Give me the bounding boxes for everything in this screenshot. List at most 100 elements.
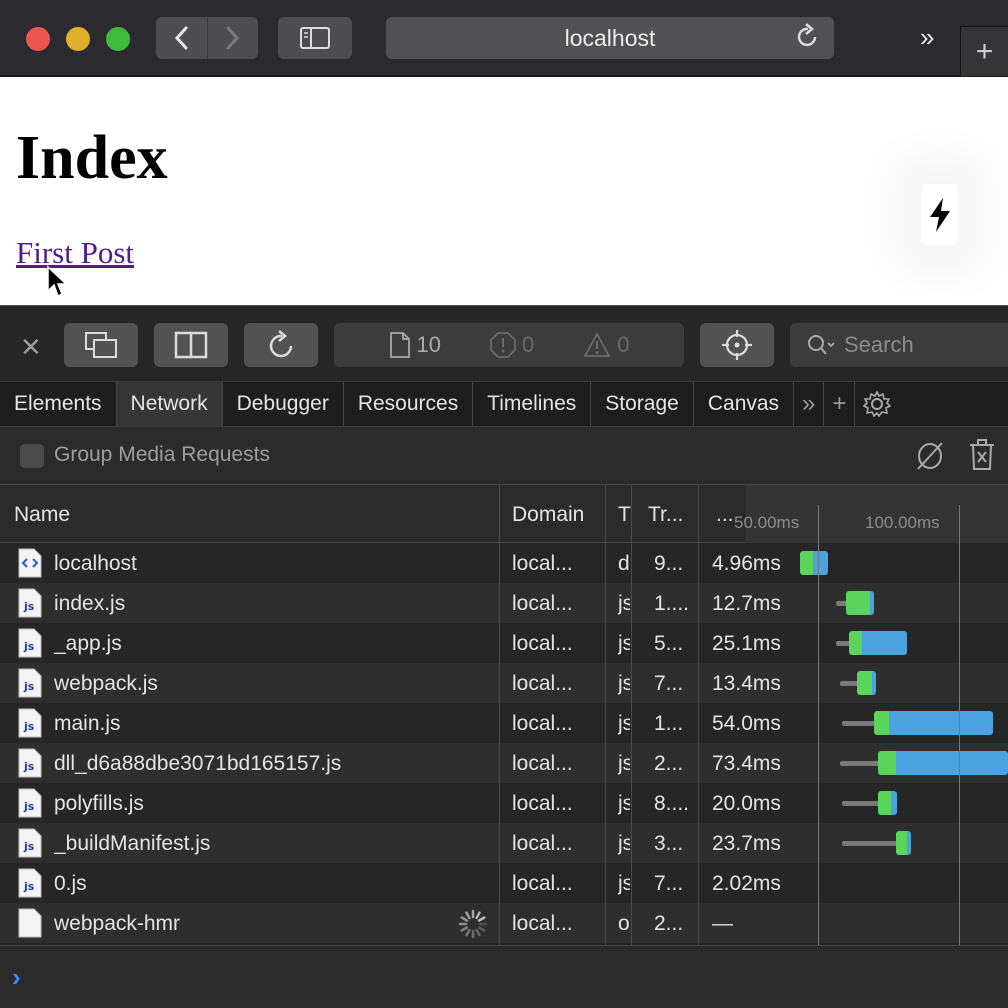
- close-window-button[interactable]: [26, 27, 50, 51]
- request-transferred: 9...: [654, 552, 684, 575]
- tab-timelines[interactable]: Timelines: [473, 382, 592, 426]
- table-row[interactable]: js main.js local... js 1... 54.0ms: [0, 703, 1008, 743]
- warning-count: 0: [583, 332, 629, 358]
- more-tabs-chevron-icon[interactable]: »: [794, 382, 825, 426]
- dock-side-icon: [174, 331, 208, 359]
- waterfall-download-bar: [891, 791, 897, 815]
- warning-icon: [583, 332, 611, 357]
- request-domain: local...: [512, 832, 573, 855]
- tab-debugger[interactable]: Debugger: [223, 382, 344, 426]
- request-time: 23.7ms: [712, 832, 781, 855]
- column-transferred[interactable]: Tr...: [648, 503, 683, 527]
- waterfall-wait-bar: [840, 761, 882, 766]
- sidebar-toggle-button[interactable]: [278, 17, 352, 59]
- request-domain: local...: [512, 912, 573, 935]
- request-transferred: 7...: [654, 672, 684, 695]
- minimize-window-button[interactable]: [66, 27, 90, 51]
- svg-text:js: js: [23, 800, 35, 813]
- inspector-search-field[interactable]: Search: [790, 323, 1008, 367]
- new-tab-button[interactable]: +: [960, 26, 1008, 76]
- request-transferred: 1...: [654, 712, 684, 735]
- request-time: 13.4ms: [712, 672, 781, 695]
- js-icon: js: [18, 748, 42, 778]
- tab-canvas[interactable]: Canvas: [694, 382, 795, 426]
- column-divider[interactable]: [605, 485, 606, 945]
- waterfall-waiting-bar: [849, 631, 862, 655]
- element-picker-button[interactable]: [700, 323, 774, 367]
- tab-storage[interactable]: Storage: [591, 382, 694, 426]
- address-bar[interactable]: localhost: [386, 17, 834, 59]
- table-row[interactable]: js index.js local... js 1.... 12.7ms: [0, 583, 1008, 623]
- reload-icon[interactable]: [794, 23, 820, 51]
- tab-elements[interactable]: Elements: [0, 382, 117, 426]
- inspector-tab-bar: Elements Network Debugger Resources Time…: [0, 381, 1008, 427]
- network-filter-bar: Group Media Requests: [0, 427, 1008, 485]
- forward-button[interactable]: [206, 17, 259, 59]
- column-domain[interactable]: Domain: [512, 503, 584, 527]
- overflow-chevron[interactable]: »: [920, 22, 934, 53]
- column-type[interactable]: T: [618, 503, 631, 527]
- table-row[interactable]: js webpack.js local... js 7... 13.4ms: [0, 663, 1008, 703]
- column-time[interactable]: ...: [716, 503, 734, 527]
- network-table-header: Name Domain T Tr... ... 50.00ms 100.00ms: [0, 485, 1008, 543]
- tab-network[interactable]: Network: [116, 382, 223, 426]
- detach-button[interactable]: [64, 323, 138, 367]
- clear-log-trash-icon[interactable]: [968, 439, 996, 471]
- column-name[interactable]: Name: [14, 503, 70, 527]
- waterfall-waiting-bar: [800, 551, 813, 575]
- chevron-left-icon: [175, 26, 188, 50]
- table-row[interactable]: js _buildManifest.js local... js 3... 23.7ms: [0, 823, 1008, 863]
- next-indicator-button[interactable]: [921, 184, 958, 245]
- request-transferred: 7...: [654, 872, 684, 895]
- request-name: webpack-hmr: [54, 912, 181, 935]
- request-type: js: [618, 632, 630, 655]
- table-row[interactable]: js polyfills.js local... js 8.... 20.0ms: [0, 783, 1008, 823]
- column-divider[interactable]: [631, 485, 632, 945]
- disable-cache-icon[interactable]: [914, 439, 946, 473]
- console-prompt-area[interactable]: ›: [0, 945, 1008, 1008]
- address-text: localhost: [564, 24, 656, 51]
- console-prompt-icon: ›: [12, 962, 21, 992]
- request-domain: local...: [512, 872, 573, 895]
- waterfall-waiting-bar: [874, 711, 889, 735]
- group-media-checkbox[interactable]: [20, 444, 44, 468]
- js-icon: js: [18, 668, 42, 698]
- request-name: _buildManifest.js: [54, 832, 211, 855]
- table-row[interactable]: webpack-hmr local... o 2... —: [0, 903, 1008, 943]
- add-tab-icon[interactable]: +: [824, 382, 856, 426]
- request-name: _app.js: [54, 632, 122, 655]
- tab-resources[interactable]: Resources: [344, 382, 474, 426]
- column-divider[interactable]: [499, 485, 500, 945]
- document-icon: [389, 332, 410, 358]
- zoom-window-button[interactable]: [106, 27, 130, 51]
- close-inspector-icon[interactable]: ✕: [20, 332, 42, 363]
- svg-text:js: js: [23, 760, 35, 773]
- request-name: webpack.js: [54, 672, 158, 695]
- table-row[interactable]: js dll_d6a88dbe3071bd165157.js local... js 2…: [0, 743, 1008, 783]
- resource-counts[interactable]: 10 0 0: [334, 323, 684, 367]
- web-page: Index First Post: [0, 77, 1008, 305]
- reload-page-button[interactable]: [244, 323, 318, 367]
- table-row[interactable]: js 0.js local... js 7... 2.02ms: [0, 863, 1008, 903]
- waterfall-wait-bar: [842, 841, 900, 846]
- request-domain: local...: [512, 752, 573, 775]
- request-domain: local...: [512, 672, 573, 695]
- svg-text:js: js: [23, 880, 35, 893]
- settings-gear-icon[interactable]: [855, 382, 899, 426]
- dock-side-button[interactable]: [154, 323, 228, 367]
- js-icon: js: [18, 828, 42, 858]
- search-placeholder: Search: [844, 332, 914, 357]
- js-icon: js: [18, 588, 42, 618]
- crosshair-icon: [722, 330, 752, 360]
- column-divider[interactable]: [698, 485, 699, 945]
- js-icon: js: [18, 868, 42, 898]
- waterfall-wait-bar: [842, 721, 878, 726]
- back-button[interactable]: [156, 17, 207, 59]
- first-post-link[interactable]: First Post: [16, 235, 134, 271]
- table-row[interactable]: js _app.js local... js 5... 25.1ms: [0, 623, 1008, 663]
- request-transferred: 3...: [654, 832, 684, 855]
- request-domain: local...: [512, 712, 573, 735]
- detach-window-icon: [85, 332, 117, 358]
- table-row[interactable]: localhost local... d 9... 4.96ms: [0, 543, 1008, 583]
- request-transferred: 5...: [654, 632, 684, 655]
